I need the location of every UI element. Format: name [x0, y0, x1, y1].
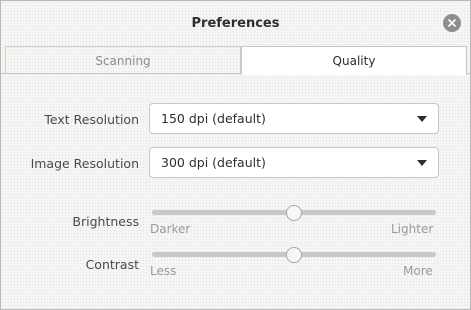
quality-panel: Text Resolution 150 dpi (default) Image … [1, 74, 470, 310]
contrast-max-label: More [403, 264, 433, 278]
contrast-min-label: Less [150, 264, 177, 278]
close-icon [448, 19, 456, 27]
tab-bar: Scanning Quality [1, 46, 470, 75]
image-resolution-value: 300 dpi (default) [161, 155, 266, 170]
close-button[interactable] [443, 14, 461, 32]
image-resolution-label: Image Resolution [30, 156, 139, 171]
dropdown-arrow-icon [417, 160, 427, 166]
tab-scanning[interactable]: Scanning [5, 46, 241, 74]
contrast-label: Contrast [85, 257, 139, 272]
preferences-window: Preferences Scanning Quality Text Resolu… [0, 0, 471, 310]
brightness-max-label: Lighter [391, 222, 434, 236]
brightness-min-label: Darker [150, 222, 191, 236]
tab-quality[interactable]: Quality [241, 46, 467, 75]
brightness-label: Brightness [72, 214, 139, 229]
text-resolution-dropdown[interactable]: 150 dpi (default) [149, 103, 439, 134]
window-title: Preferences [191, 15, 280, 31]
brightness-slider-handle[interactable] [286, 205, 302, 221]
tab-scanning-label: Scanning [95, 53, 151, 68]
tab-quality-label: Quality [332, 54, 376, 68]
dropdown-arrow-icon [417, 116, 427, 122]
text-resolution-value: 150 dpi (default) [161, 111, 266, 126]
contrast-slider-handle[interactable] [286, 247, 302, 263]
image-resolution-dropdown[interactable]: 300 dpi (default) [149, 147, 439, 178]
title-bar: Preferences [1, 1, 470, 45]
contrast-slider[interactable] [152, 247, 436, 267]
text-resolution-label: Text Resolution [44, 112, 139, 127]
